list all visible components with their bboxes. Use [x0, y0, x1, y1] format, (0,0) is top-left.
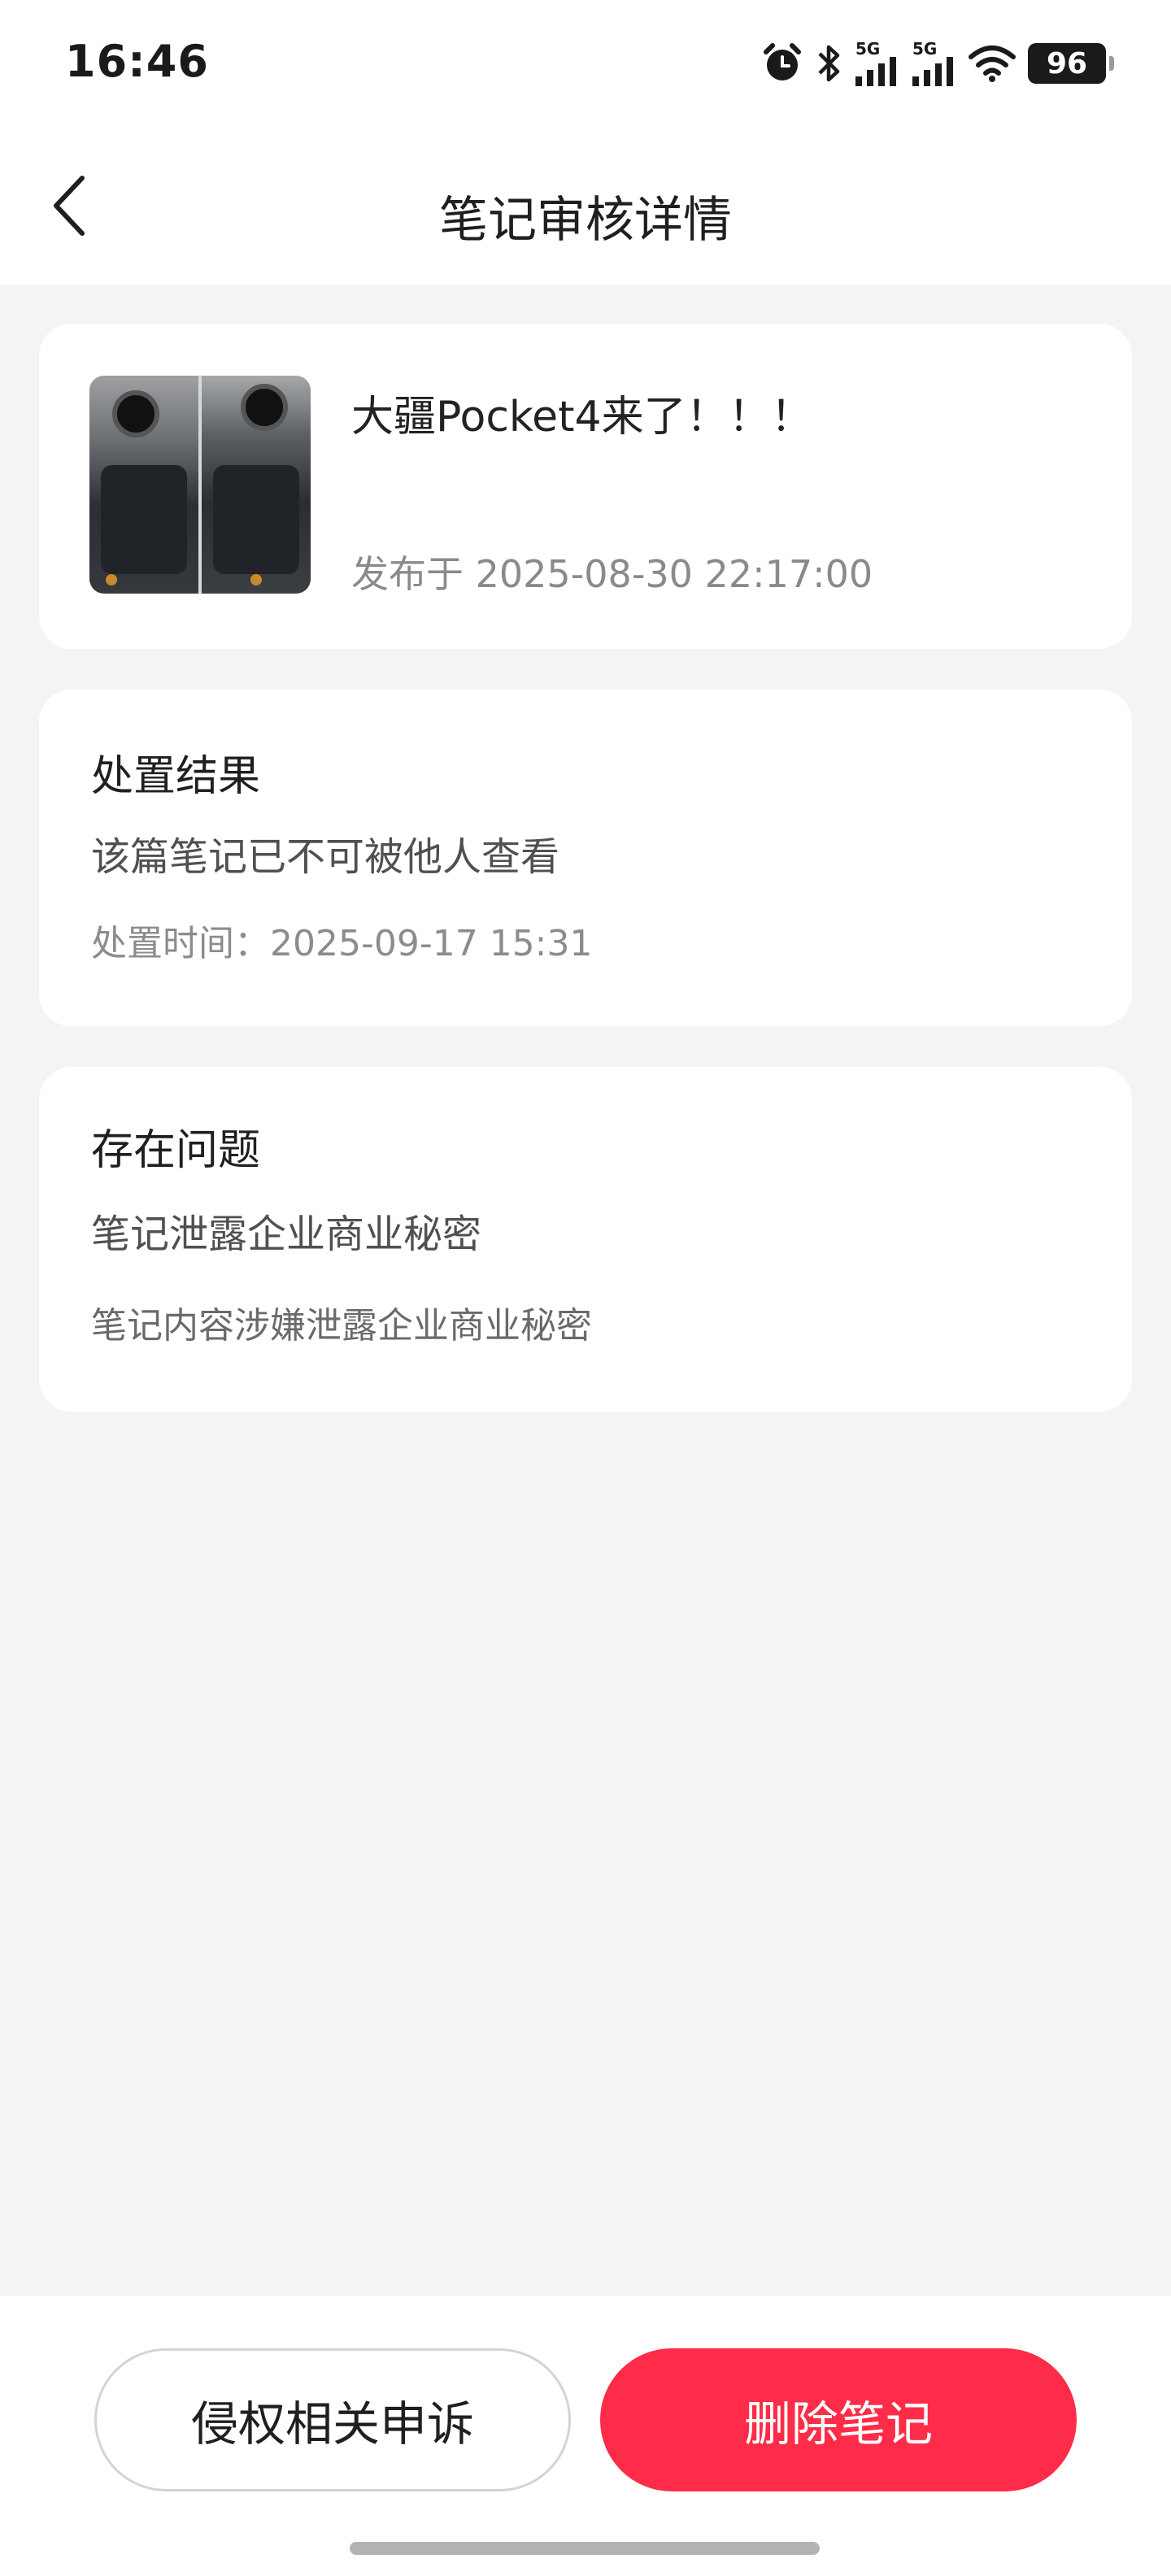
note-thumbnail[interactable] [89, 376, 311, 594]
note-card[interactable]: 大疆Pocket4来了！！！ 发布于 2025-08-30 22:17:00 [39, 324, 1132, 649]
status-time: 16:46 [65, 36, 209, 87]
note-title[interactable]: 大疆Pocket4来了！！！ [351, 382, 813, 443]
thumbnail-image-left [89, 376, 198, 594]
nav-bar: 笔记审核详情 [0, 130, 1171, 285]
result-time: 处置时间：2025-09-17 15:31 [91, 923, 593, 964]
bottom-action-bar: 侵权相关申诉 删除笔记 [0, 2296, 1171, 2576]
alarm-icon [761, 42, 803, 85]
issue-heading: 存在问题 [91, 1126, 261, 1175]
battery-icon: 96 [1028, 43, 1114, 84]
signal-icon: 5G [854, 41, 899, 86]
thumbnail-image-right [202, 376, 311, 594]
page-title: 笔记审核详情 [439, 192, 732, 249]
issue-detail: 笔记内容涉嫌泄露企业商业秘密 [91, 1305, 592, 1347]
result-status: 该篇笔记已不可被他人查看 [91, 834, 560, 880]
network-type-label: 5G [855, 39, 881, 59]
issue-title: 笔记泄露企业商业秘密 [91, 1212, 482, 1257]
result-card: 处置结果 该篇笔记已不可被他人查看 处置时间：2025-09-17 15:31 [39, 690, 1132, 1026]
network-type-label: 5G [912, 39, 938, 59]
wifi-icon [968, 44, 1016, 83]
home-indicator[interactable] [350, 2542, 820, 2555]
result-heading: 处置结果 [91, 752, 261, 801]
issue-card: 存在问题 笔记泄露企业商业秘密 笔记内容涉嫌泄露企业商业秘密 [39, 1067, 1132, 1412]
delete-note-button[interactable]: 删除笔记 [600, 2348, 1077, 2491]
signal-icon: 5G [911, 41, 956, 86]
note-publish-date: 发布于 2025-08-30 22:17:00 [351, 552, 873, 596]
status-icons: 5G 5G 96 [761, 37, 1114, 89]
bluetooth-icon [815, 42, 842, 85]
appeal-button[interactable]: 侵权相关申诉 [94, 2348, 571, 2491]
status-bar: 16:46 5G 5G 96 [0, 0, 1171, 130]
